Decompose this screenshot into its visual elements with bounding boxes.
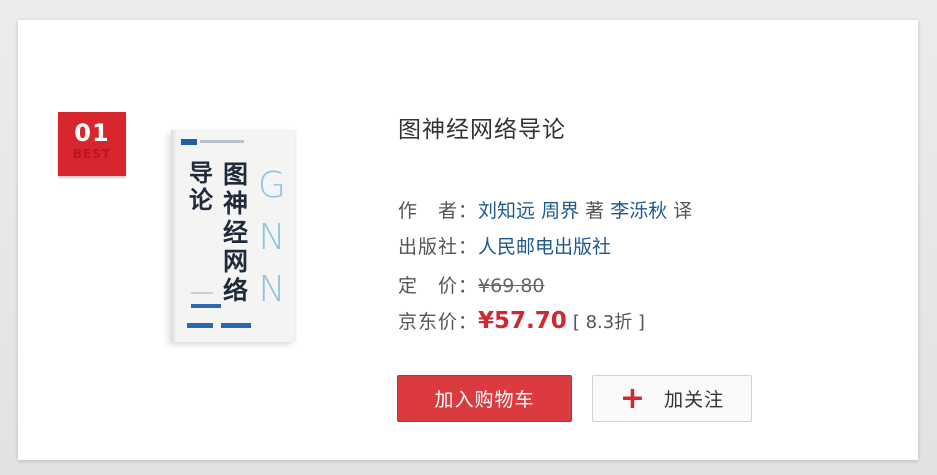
cover-spine-shade — [171, 130, 177, 342]
cover-title-part-b: 图神经网络 — [223, 160, 249, 305]
list-price-value: ¥69.80 — [478, 275, 545, 297]
cover-gnn-logo: G N N — [255, 160, 289, 316]
jd-price-value: ¥57.70 — [478, 308, 567, 334]
cover-author-line — [191, 292, 213, 294]
jd-price-label: 京东价： — [398, 311, 479, 333]
discount-badge: [ 8.3折 ] — [572, 312, 645, 333]
list-price-row: 定 价：¥69.80 — [398, 271, 545, 298]
cover-publisher-tag — [181, 139, 197, 145]
rank-number: 01 — [74, 119, 110, 147]
author-row: 作 者：刘知远 周界 著 李泺秋 译 — [398, 196, 692, 223]
author-link[interactable]: 周界 — [541, 200, 579, 222]
rank-badge: 01 BEST — [58, 112, 126, 176]
book-title[interactable]: 图神经网络导论 — [398, 110, 566, 144]
cover-title-part-a: 导论 — [189, 159, 213, 214]
publisher-row: 出版社：人民邮电出版社 — [398, 232, 611, 259]
book-cover-image[interactable]: 导论 图神经网络 G N N — [171, 130, 295, 342]
translator-role: 译 — [673, 200, 693, 222]
cover-logo-letter-g: G — [258, 165, 286, 206]
rank-tag: BEST — [72, 147, 112, 161]
author-label: 作 者： — [398, 200, 479, 222]
cover-series-line — [200, 140, 244, 143]
follow-button[interactable]: + 加关注 — [592, 375, 752, 422]
cover-bar — [191, 304, 221, 308]
add-to-cart-button[interactable]: 加入购物车 — [397, 375, 572, 422]
cover-publisher-logo — [221, 323, 251, 328]
plus-icon: + — [619, 380, 647, 416]
publisher-label: 出版社： — [398, 236, 479, 258]
author-role: 著 — [585, 200, 605, 222]
cover-logo-letter-n2: N — [258, 269, 286, 310]
author-link[interactable]: 刘知远 — [478, 200, 535, 222]
publisher-link[interactable]: 人民邮电出版社 — [478, 236, 611, 258]
jd-price-row: 京东价：¥57.70 [ 8.3折 ] — [398, 307, 645, 334]
cover-publisher-logo — [187, 323, 213, 328]
list-price-label: 定 价： — [398, 275, 479, 297]
follow-button-label: 加关注 — [664, 389, 725, 411]
translator-link[interactable]: 李泺秋 — [610, 200, 667, 222]
product-card: 01 BEST 导论 图神经网络 G N N 图神经网络导论 作 者：刘知远 周… — [18, 20, 918, 460]
page-background: 01 BEST 导论 图神经网络 G N N 图神经网络导论 作 者：刘知远 周… — [0, 0, 937, 475]
cover-logo-letter-n1: N — [258, 217, 286, 258]
